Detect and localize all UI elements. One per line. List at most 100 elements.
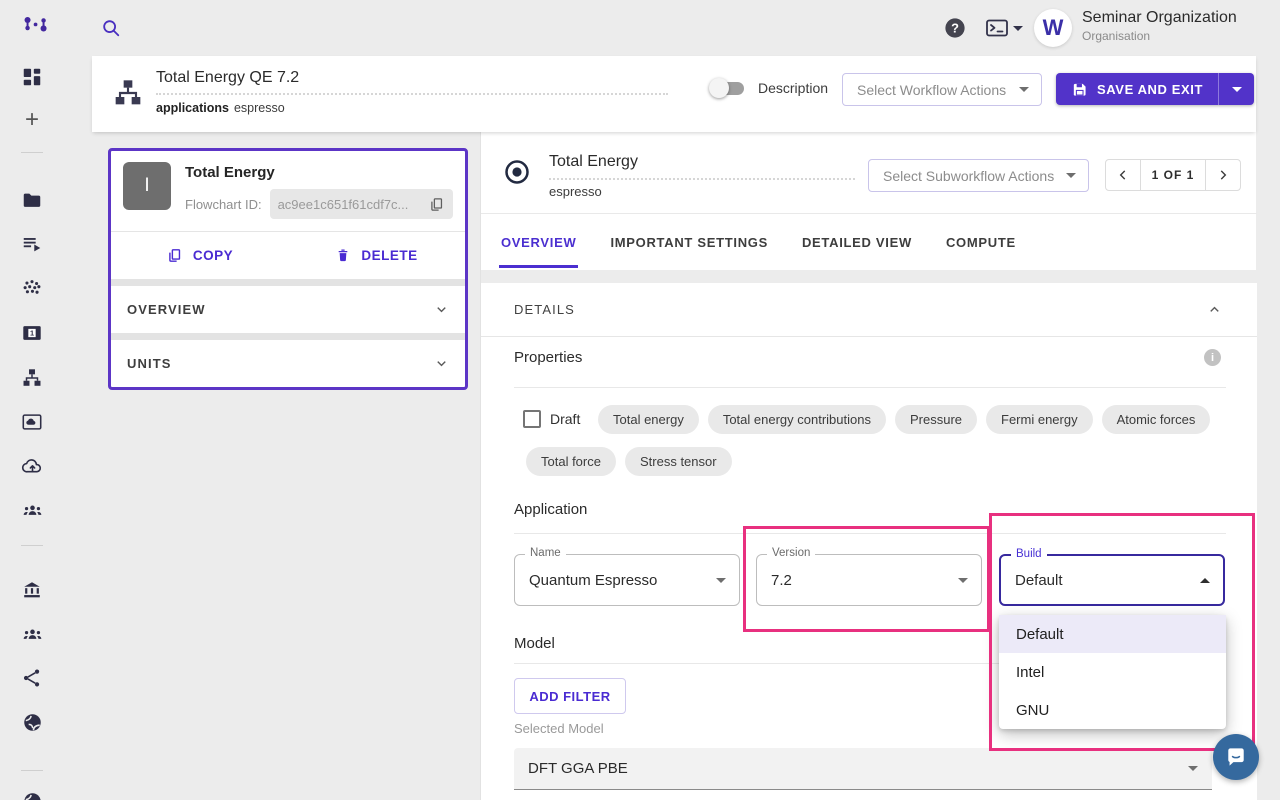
- property-chips-row1: Total energy Total energy contributions …: [598, 405, 1219, 434]
- unit-card-header: I Total Energy Flowchart ID: ac9ee1c651f…: [111, 151, 465, 231]
- property-chip[interactable]: Atomic forces: [1102, 405, 1211, 434]
- dotted-divider: [549, 178, 855, 180]
- tab-important-settings[interactable]: IMPORTANT SETTINGS: [610, 214, 768, 270]
- app-logo-icon[interactable]: [20, 12, 52, 44]
- trash-icon: [335, 247, 351, 264]
- property-chip[interactable]: Pressure: [895, 405, 977, 434]
- help-icon[interactable]: ?: [944, 17, 966, 39]
- subworkflow-actions-select[interactable]: Select Subworkflow Actions: [868, 159, 1089, 192]
- property-chip[interactable]: Total energy: [598, 405, 699, 434]
- members-icon[interactable]: [20, 622, 44, 646]
- draft-label: Draft: [550, 411, 580, 427]
- property-chip[interactable]: Total force: [526, 447, 616, 476]
- description-label: Description: [758, 80, 828, 96]
- rail-divider: [21, 770, 43, 771]
- workflows-icon[interactable]: [20, 366, 44, 390]
- version-field-label: Version: [767, 547, 815, 559]
- avatar-letter: W: [1043, 15, 1064, 41]
- description-toggle[interactable]: [712, 82, 744, 95]
- dashboard-icon[interactable]: [20, 65, 44, 89]
- tab-compute[interactable]: COMPUTE: [946, 214, 1016, 270]
- avatar[interactable]: W: [1034, 9, 1072, 47]
- property-chip[interactable]: Fermi energy: [986, 405, 1093, 434]
- chevron-right-icon: [1216, 168, 1230, 182]
- properties-title: Properties: [514, 349, 582, 366]
- job-list-icon[interactable]: [20, 232, 44, 256]
- dotted-divider: [156, 93, 668, 95]
- workflow-header: Total Energy QE 7.2 applicationsespresso…: [92, 56, 1256, 132]
- workflow-title: Total Energy QE 7.2: [156, 69, 299, 87]
- property-chip[interactable]: Total energy contributions: [708, 405, 886, 434]
- search-icon[interactable]: [101, 18, 121, 38]
- details-header[interactable]: DETAILS: [481, 283, 1257, 337]
- property-chips-row2: Total force Stress tensor: [526, 447, 741, 476]
- chat-launcher[interactable]: [1213, 734, 1259, 780]
- terminal-menu-button[interactable]: [985, 17, 1023, 39]
- pager-prev-button[interactable]: [1105, 159, 1141, 191]
- org-type: Organisation: [1082, 29, 1237, 43]
- application-build-select[interactable]: Build Default: [999, 554, 1225, 606]
- delete-unit-button[interactable]: DELETE: [288, 232, 465, 279]
- accordion-overview[interactable]: OVERVIEW: [111, 286, 465, 333]
- add-icon[interactable]: +: [20, 108, 44, 132]
- pager-next-button[interactable]: [1205, 159, 1241, 191]
- media-cloud-icon[interactable]: [20, 410, 44, 434]
- workflow-actions-select[interactable]: Select Workflow Actions: [842, 73, 1042, 106]
- chevron-down-icon: [1019, 87, 1029, 92]
- build-field-value: Default: [1015, 572, 1063, 589]
- cloud-upload-icon[interactable]: [20, 454, 44, 478]
- team-icon[interactable]: [20, 498, 44, 522]
- unit-title: Total Energy: [185, 164, 453, 181]
- property-chip[interactable]: Stress tensor: [625, 447, 732, 476]
- tab-overview[interactable]: OVERVIEW: [501, 214, 576, 270]
- accordion-units[interactable]: UNITS: [111, 340, 465, 387]
- model-title: Model: [514, 635, 555, 652]
- help-globe-icon[interactable]: [20, 789, 44, 800]
- card-divider: [111, 333, 465, 340]
- selected-model-select[interactable]: DFT GGA PBE: [514, 748, 1212, 790]
- jobs-card-icon[interactable]: 1: [20, 321, 44, 345]
- section-divider: [514, 533, 1226, 534]
- card-divider: [111, 279, 465, 286]
- flowchart-panel: I Total Energy Flowchart ID: ac9ee1c651f…: [92, 132, 480, 800]
- svg-text:1: 1: [30, 329, 34, 338]
- application-version-select[interactable]: Version 7.2: [756, 554, 982, 606]
- copy-id-icon[interactable]: [428, 196, 445, 213]
- subworkflow-actions-placeholder: Select Subworkflow Actions: [883, 168, 1054, 184]
- draft-checkbox[interactable]: [523, 410, 541, 428]
- flowchart-id-value: ac9ee1c651f61cdf7c...: [278, 197, 422, 212]
- build-option-gnu[interactable]: GNU: [999, 691, 1226, 729]
- chevron-down-icon: [958, 578, 968, 583]
- save-options-toggle[interactable]: [1218, 73, 1254, 105]
- materials-icon[interactable]: [20, 277, 44, 301]
- unit-letter: I: [144, 175, 149, 197]
- globe-icon[interactable]: [20, 710, 44, 734]
- chevron-down-icon: [1066, 173, 1076, 178]
- build-option-intel[interactable]: Intel: [999, 653, 1226, 691]
- org-name: Seminar Organization: [1082, 9, 1237, 27]
- details-header-label: DETAILS: [514, 302, 575, 317]
- tab-detailed-view[interactable]: DETAILED VIEW: [802, 214, 912, 270]
- info-icon[interactable]: i: [1204, 349, 1221, 366]
- app-screen: ? W Seminar Organization Organisation: [0, 0, 1280, 800]
- topbar: ? W Seminar Organization Organisation: [0, 0, 1280, 56]
- organization-icon[interactable]: [20, 578, 44, 602]
- workflow-icon: [112, 77, 144, 109]
- chevron-down-icon: [1188, 766, 1198, 771]
- save-and-exit-main[interactable]: SAVE AND EXIT: [1056, 73, 1218, 105]
- chevron-up-icon: [1207, 302, 1222, 317]
- account-info[interactable]: Seminar Organization Organisation: [1082, 9, 1237, 43]
- toggle-knob: [709, 78, 729, 98]
- add-filter-button[interactable]: ADD FILTER: [514, 678, 626, 714]
- copy-unit-button[interactable]: COPY: [111, 232, 288, 279]
- name-field-label: Name: [525, 547, 566, 559]
- flowchart-id-label: Flowchart ID:: [185, 197, 262, 212]
- share-icon[interactable]: [20, 666, 44, 690]
- subworkflow-tabs: OVERVIEW IMPORTANT SETTINGS DETAILED VIE…: [481, 213, 1257, 270]
- unit-type-badge: I: [123, 162, 171, 210]
- build-option-default[interactable]: Default: [999, 615, 1226, 653]
- subworkflow-title: Total Energy: [549, 153, 638, 171]
- application-name-select[interactable]: Name Quantum Espresso: [514, 554, 740, 606]
- folder-icon[interactable]: [20, 188, 44, 212]
- subworkflow-app: espresso: [549, 184, 602, 199]
